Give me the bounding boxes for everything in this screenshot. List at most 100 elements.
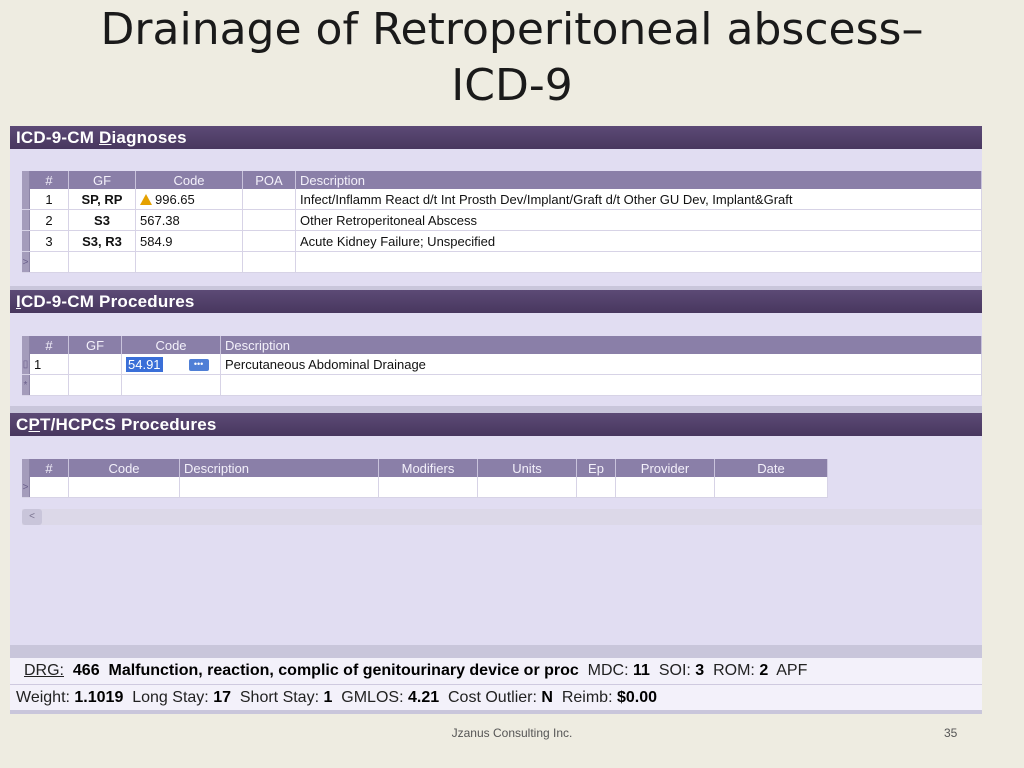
poa-cell[interactable] bbox=[242, 209, 296, 231]
col-header-units[interactable]: Units bbox=[477, 459, 577, 477]
table-row[interactable]: 3 S3, R3 584.9 Acute Kidney Failure; Uns… bbox=[22, 230, 982, 252]
coding-application-window: ICD-9-CM Diagnoses # GF Code POA Descrip… bbox=[10, 126, 982, 714]
cost-outlier-label: Cost Outlier: bbox=[448, 689, 537, 706]
empty-cell[interactable] bbox=[576, 477, 616, 498]
empty-cell[interactable] bbox=[714, 477, 828, 498]
rom-value: 2 bbox=[759, 662, 769, 679]
col-header-date[interactable]: Date bbox=[714, 459, 828, 477]
col-header-gf[interactable]: GF bbox=[68, 336, 122, 354]
gmlos-label: GMLOS: bbox=[341, 689, 404, 706]
row-selector[interactable] bbox=[22, 189, 30, 210]
col-header-ep[interactable]: Ep bbox=[576, 459, 616, 477]
empty-cell[interactable] bbox=[29, 374, 69, 396]
row-selector[interactable] bbox=[22, 230, 30, 252]
empty-cell[interactable] bbox=[220, 374, 982, 396]
empty-cell[interactable] bbox=[29, 251, 69, 273]
diagnosis-code-cell[interactable]: 584.9 bbox=[135, 230, 243, 252]
grouper-flag: SP, RP bbox=[68, 189, 136, 210]
new-row-indicator-icon[interactable]: > bbox=[22, 477, 30, 498]
col-header-code[interactable]: Code bbox=[121, 336, 221, 354]
row-selector[interactable] bbox=[22, 209, 30, 231]
row-number: 3 bbox=[29, 230, 69, 252]
col-header-modifiers[interactable]: Modifiers bbox=[378, 459, 478, 477]
drg-label[interactable]: DRG: bbox=[24, 662, 64, 679]
col-header-gf[interactable]: GF bbox=[68, 171, 136, 189]
code-lookup-button[interactable]: ••• bbox=[188, 359, 209, 372]
col-header-poa[interactable]: POA bbox=[242, 171, 296, 189]
drg-value: 466 bbox=[72, 662, 100, 679]
apr-label: APF bbox=[776, 662, 808, 679]
empty-cell[interactable] bbox=[242, 251, 296, 273]
empty-cell[interactable] bbox=[179, 477, 379, 498]
new-row-indicator-icon[interactable]: * bbox=[22, 374, 30, 396]
new-row[interactable]: > bbox=[22, 477, 828, 498]
empty-cell[interactable] bbox=[121, 374, 221, 396]
col-header-description[interactable]: Description bbox=[295, 171, 982, 189]
slide-page-number: 35 bbox=[944, 726, 958, 740]
col-header-provider[interactable]: Provider bbox=[615, 459, 715, 477]
procedure-code-value[interactable]: 54.91 bbox=[126, 356, 163, 372]
empty-cell[interactable] bbox=[68, 477, 180, 498]
warning-icon bbox=[140, 193, 152, 205]
new-row[interactable]: > bbox=[22, 251, 982, 273]
horizontal-scrollbar[interactable]: < bbox=[22, 509, 982, 525]
table-row[interactable]: ▯ 1 54.91 ••• Percutaneous Abdominal Drai… bbox=[22, 354, 982, 375]
col-header-code[interactable]: Code bbox=[68, 459, 180, 477]
grouper-flag: S3, R3 bbox=[68, 230, 136, 252]
new-row-indicator-icon[interactable]: > bbox=[22, 251, 30, 273]
table-row[interactable]: 1 SP, RP 996.65 Infect/Inflamm React d/t… bbox=[22, 189, 982, 210]
diagnosis-code-cell[interactable]: 996.65 bbox=[135, 189, 243, 210]
grouper-flag bbox=[68, 354, 122, 375]
poa-cell[interactable] bbox=[242, 189, 296, 210]
slide-footer: Jzanus Consulting Inc. bbox=[451, 726, 573, 740]
empty-cell[interactable] bbox=[29, 477, 69, 498]
empty-cell[interactable] bbox=[135, 251, 243, 273]
diagnosis-description: Acute Kidney Failure; Unspecified bbox=[295, 230, 982, 252]
empty-cell[interactable] bbox=[378, 477, 478, 498]
diagnosis-code-cell[interactable]: 567.38 bbox=[135, 209, 243, 231]
drg-description: Malfunction, reaction, complic of genito… bbox=[108, 662, 579, 679]
rom-label: ROM: bbox=[713, 662, 755, 679]
slide-title: Drainage of Retroperitoneal abscess– ICD… bbox=[0, 0, 1024, 114]
mdc-label: MDC: bbox=[587, 662, 629, 679]
row-number: 1 bbox=[29, 354, 69, 375]
mdc-value: 11 bbox=[633, 662, 650, 679]
col-header-description[interactable]: Description bbox=[220, 336, 982, 354]
poa-cell[interactable] bbox=[242, 230, 296, 252]
diagnosis-description: Infect/Inflamm React d/t Int Prosth Dev/… bbox=[295, 189, 982, 210]
grouper-flag: S3 bbox=[68, 209, 136, 231]
reimbursement-status-bar: Weight: 1.1019 Long Stay: 17 Short Stay:… bbox=[10, 684, 982, 710]
short-stay-label: Short Stay: bbox=[239, 689, 320, 706]
slide-title-line2: ICD-9 bbox=[451, 60, 573, 111]
reimb-value: $0.00 bbox=[616, 689, 658, 706]
diagnoses-table: # GF Code POA Description 1 SP, RP 996.6… bbox=[22, 171, 982, 273]
slide-title-line1: Drainage of Retroperitoneal abscess– bbox=[100, 4, 924, 55]
new-row[interactable]: * bbox=[22, 374, 982, 396]
row-header-corner bbox=[22, 171, 30, 189]
soi-label: SOI: bbox=[658, 662, 691, 679]
col-header-num[interactable]: # bbox=[29, 459, 69, 477]
diagnoses-panel: ICD-9-CM Diagnoses # GF Code POA Descrip… bbox=[10, 126, 982, 286]
cpt-table: # Code Description Modifiers Units Ep Pr… bbox=[22, 459, 828, 498]
empty-cell[interactable] bbox=[615, 477, 715, 498]
col-header-code[interactable]: Code bbox=[135, 171, 243, 189]
gmlos-value: 4.21 bbox=[407, 689, 440, 706]
diagnoses-section-header: ICD-9-CM Diagnoses bbox=[10, 126, 982, 149]
procedure-description: Percutaneous Abdominal Drainage bbox=[220, 354, 982, 375]
table-row[interactable]: 2 S3 567.38 Other Retroperitoneal Absces… bbox=[22, 209, 982, 231]
scroll-left-icon[interactable]: < bbox=[22, 509, 42, 525]
diagnoses-header-row: # GF Code POA Description bbox=[22, 171, 982, 189]
empty-cell[interactable] bbox=[68, 251, 136, 273]
col-header-num[interactable]: # bbox=[29, 171, 69, 189]
empty-cell[interactable] bbox=[295, 251, 982, 273]
col-header-num[interactable]: # bbox=[29, 336, 69, 354]
long-stay-label: Long Stay: bbox=[132, 689, 209, 706]
cpt-header-row: # Code Description Modifiers Units Ep Pr… bbox=[22, 459, 828, 477]
empty-cell[interactable] bbox=[477, 477, 577, 498]
diagnosis-description: Other Retroperitoneal Abscess bbox=[295, 209, 982, 231]
procedure-code-field[interactable]: 54.91 ••• bbox=[121, 354, 221, 375]
col-header-description[interactable]: Description bbox=[179, 459, 379, 477]
current-row-icon[interactable]: ▯ bbox=[22, 354, 30, 375]
row-number: 1 bbox=[29, 189, 69, 210]
empty-cell[interactable] bbox=[68, 374, 122, 396]
